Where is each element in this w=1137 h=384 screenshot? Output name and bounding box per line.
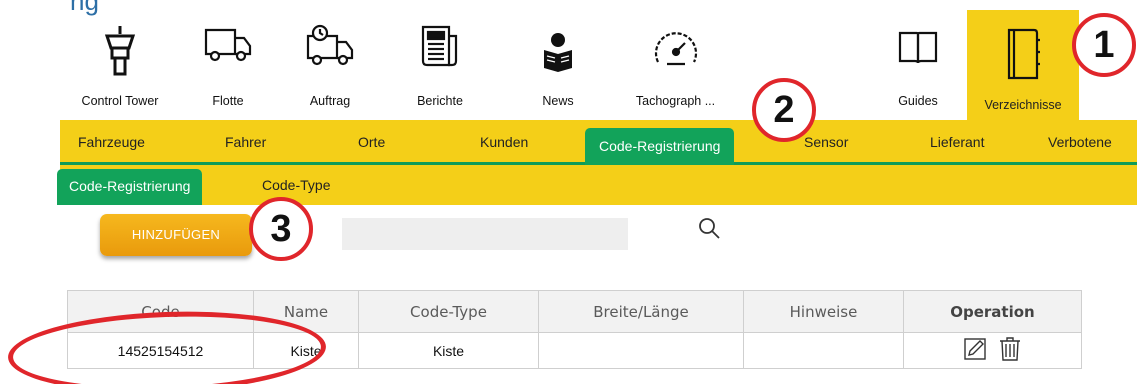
search-icon[interactable] (697, 216, 721, 245)
notebook-icon (1004, 26, 1042, 87)
column-header-operation: Operation (903, 290, 1082, 333)
toolbar-label: Verzeichnisse (984, 98, 1062, 112)
reader-icon (541, 32, 575, 77)
toolbar-item-verzeichnisse[interactable]: Verzeichnisse (967, 10, 1079, 120)
tachograph-icon (651, 28, 701, 75)
cell-code-type: Kiste (358, 332, 539, 369)
toolbar-item-tachograph[interactable]: Tachograph ... (618, 10, 733, 120)
toolbar-label: Auftrag (309, 94, 351, 108)
cell-coordinates (538, 332, 744, 369)
subtab-code-type[interactable]: Code-Type (262, 177, 330, 193)
toolbar-item-news[interactable]: News (528, 10, 588, 120)
step-marker-2: 2 (752, 78, 816, 142)
cell-notes (743, 332, 904, 369)
toolbar-label: Control Tower (81, 94, 159, 108)
toolbar-label: Berichte (417, 94, 463, 108)
toolbar-label: Flotte (212, 94, 244, 108)
edit-icon[interactable] (963, 338, 986, 363)
toolbar-item-control-tower[interactable]: Control Tower (60, 10, 180, 120)
toolbar-item-flotte[interactable]: Flotte (188, 10, 268, 120)
subtab-code-registrierung[interactable]: Code-Registrierung (57, 169, 203, 205)
column-header-notes[interactable]: Hinweise (743, 290, 904, 333)
column-header-coordinates[interactable]: Breite/Länge (538, 290, 744, 333)
toolbar-item-guides[interactable]: Guides (878, 10, 958, 120)
step-marker-1: 1 (1072, 13, 1136, 77)
truck-icon (203, 24, 253, 69)
trash-icon[interactable] (999, 337, 1021, 364)
tab-fahrzeuge[interactable]: Fahrzeuge (78, 134, 145, 150)
tab-code-registrierung[interactable]: Code-Registrierung (585, 128, 735, 165)
toolbar-item-auftrag[interactable]: Auftrag (290, 10, 370, 120)
tab-lieferant[interactable]: Lieferant (930, 134, 984, 150)
sub-tab-bar: Code-Registrierung Code-Type (57, 165, 1137, 205)
toolbar-item-berichte[interactable]: Berichte (400, 10, 480, 120)
cell-operation (903, 332, 1082, 369)
control-tower-icon (103, 24, 137, 81)
tab-orte[interactable]: Orte (358, 134, 385, 150)
tab-fahrer[interactable]: Fahrer (225, 134, 266, 150)
tab-kunden[interactable]: Kunden (480, 134, 528, 150)
module-toolbar: Control Tower Flotte Auftrag Berichte Ne… (60, 10, 1130, 120)
step-marker-3: 3 (249, 197, 313, 261)
add-button[interactable]: HINZUFÜGEN (100, 214, 252, 256)
truck-clock-icon (304, 24, 356, 73)
book-icon (897, 30, 939, 71)
tab-sensor[interactable]: Sensor (804, 134, 848, 150)
main-tab-bar: Fahrzeuge Fahrer Orte Kunden Code-Regist… (60, 120, 1137, 165)
search-input[interactable] (342, 218, 628, 250)
newspaper-icon (420, 24, 460, 73)
column-header-code-type[interactable]: Code-Type (358, 290, 539, 333)
toolbar-label: Guides (898, 94, 938, 108)
toolbar-label: Tachograph ... (635, 94, 716, 108)
tab-verbotene[interactable]: Verbotene (1048, 134, 1112, 150)
toolbar-label: News (542, 94, 574, 108)
